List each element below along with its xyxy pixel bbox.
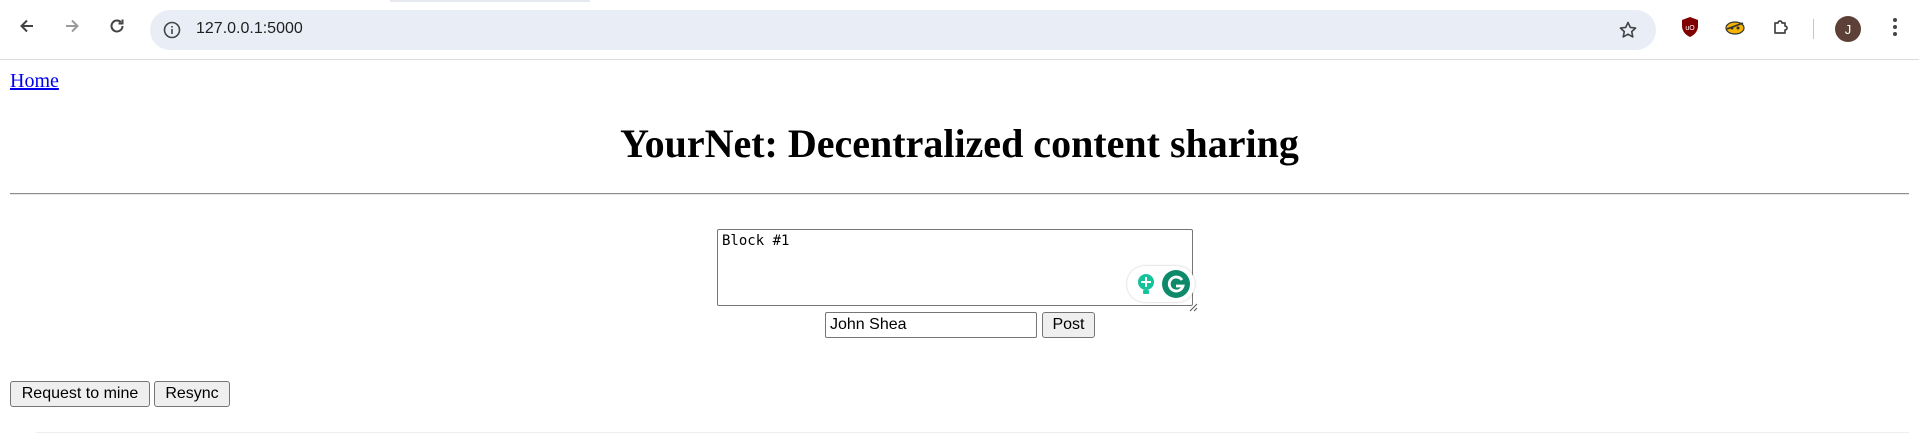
page-content: Home YourNet: Decentralized content shar… xyxy=(0,60,1919,434)
arrow-left-icon xyxy=(17,16,37,41)
lightbulb-icon xyxy=(1135,272,1157,301)
grammarly-g-icon xyxy=(1161,269,1191,304)
resync-button[interactable]: Resync xyxy=(154,381,230,407)
puzzle-icon xyxy=(1771,17,1791,42)
ublock-shield-icon: uO xyxy=(1680,16,1700,43)
reload-icon xyxy=(107,16,127,41)
author-name-input[interactable] xyxy=(825,312,1037,338)
forward-button[interactable] xyxy=(55,11,89,45)
svg-text:uO: uO xyxy=(1685,25,1695,32)
back-button[interactable] xyxy=(10,11,44,45)
address-bar[interactable]: 127.0.0.1:5000 xyxy=(150,10,1656,50)
extension-icon xyxy=(1724,17,1746,42)
page-title: YourNet: Decentralized content sharing xyxy=(620,121,1299,166)
resize-grip-icon[interactable] xyxy=(1188,299,1198,312)
browser-menu-button[interactable] xyxy=(1882,16,1908,42)
browser-toolbar: 127.0.0.1:5000 uO J xyxy=(0,0,1919,60)
arrow-right-icon xyxy=(62,16,82,41)
content-divider xyxy=(36,432,1909,433)
home-link[interactable]: Home xyxy=(10,70,59,93)
reload-button[interactable] xyxy=(100,11,134,45)
info-icon[interactable] xyxy=(160,18,184,42)
kebab-menu-icon xyxy=(1892,17,1898,42)
horizontal-rule xyxy=(10,193,1909,195)
extension-button[interactable] xyxy=(1722,16,1748,42)
extensions-menu-button[interactable] xyxy=(1768,16,1794,42)
star-icon[interactable] xyxy=(1616,18,1640,42)
profile-avatar[interactable]: J xyxy=(1835,16,1861,42)
grammarly-widget[interactable] xyxy=(1127,266,1195,302)
address-url: 127.0.0.1:5000 xyxy=(196,20,303,37)
post-content-textarea[interactable]: Block #1 xyxy=(717,229,1193,306)
post-button[interactable]: Post xyxy=(1042,312,1095,338)
ublock-extension-button[interactable]: uO xyxy=(1677,16,1703,42)
request-to-mine-button[interactable]: Request to mine xyxy=(10,381,150,407)
toolbar-separator xyxy=(1813,19,1814,39)
tab-strip-edge xyxy=(390,0,590,2)
